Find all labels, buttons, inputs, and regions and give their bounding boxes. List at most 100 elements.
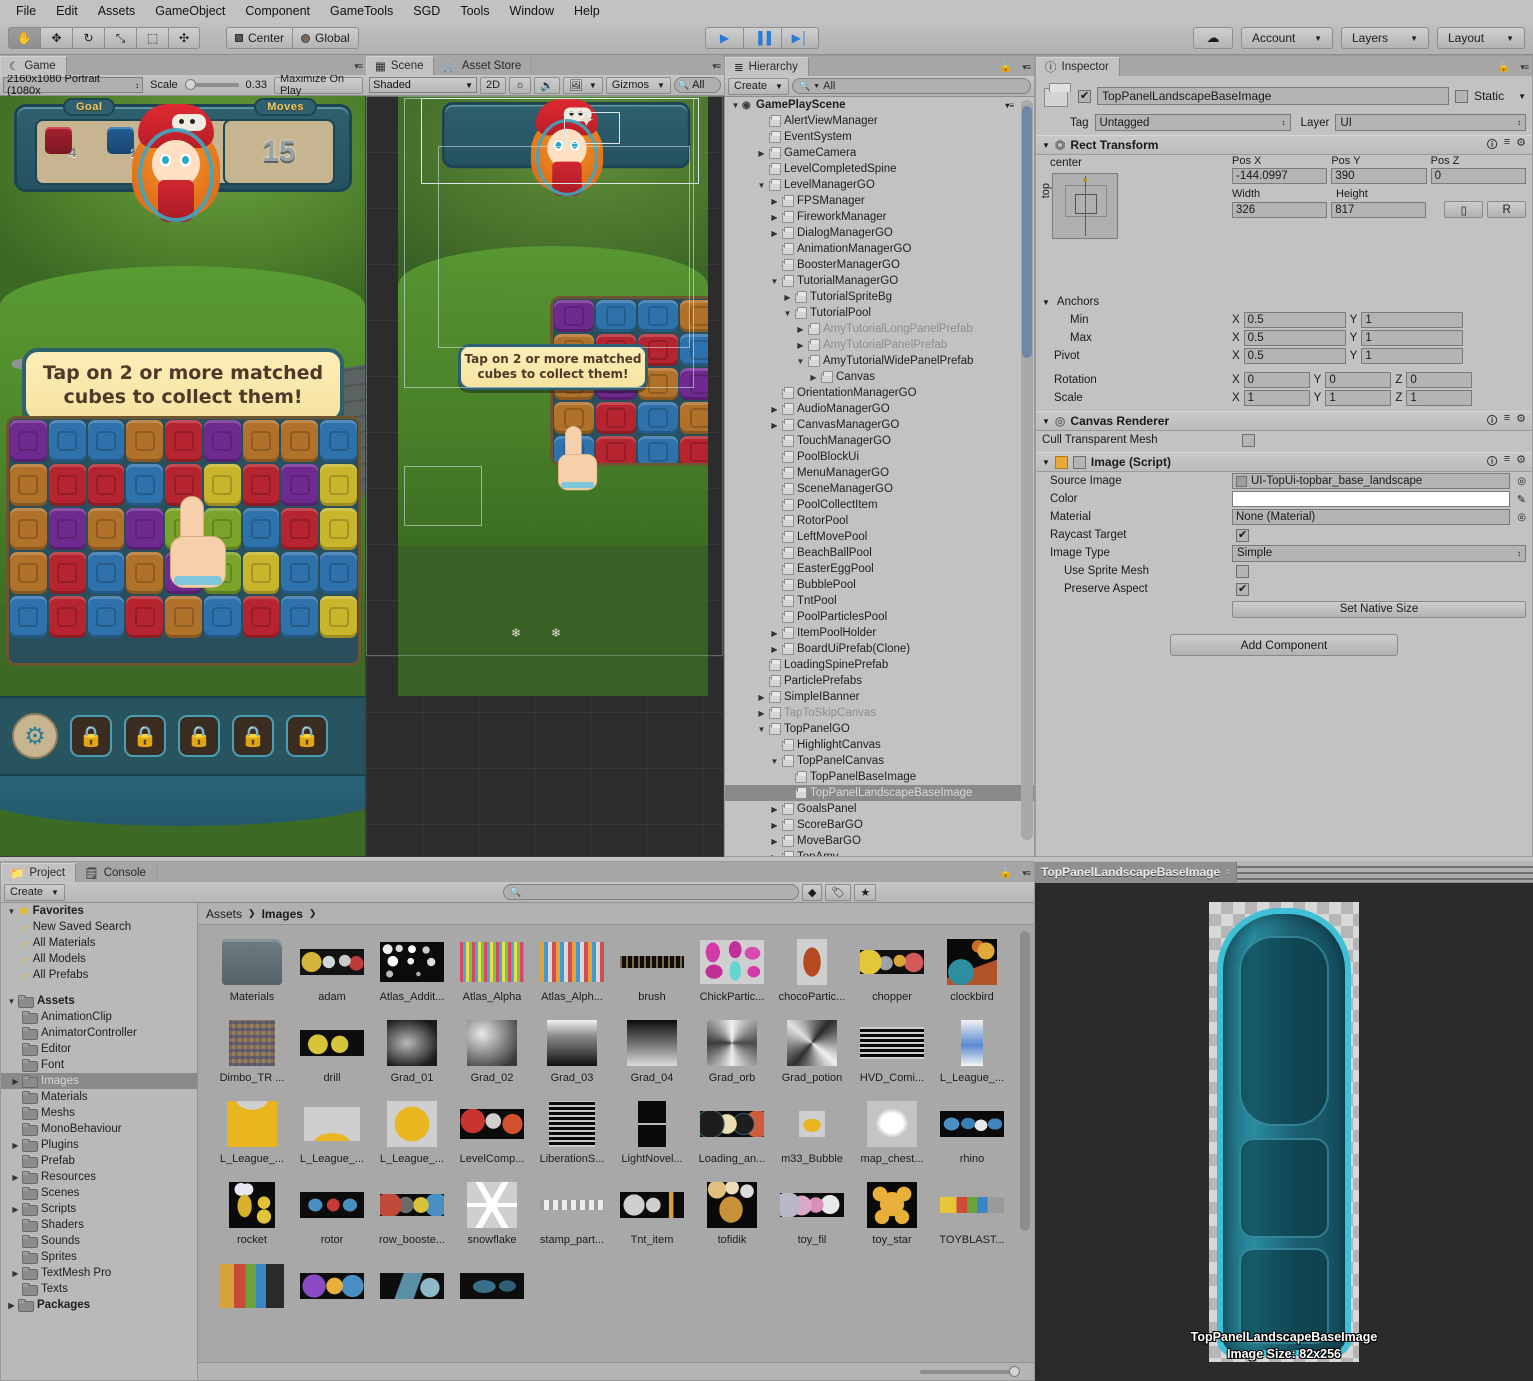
asset-grid-item[interactable]: Grad_04 — [612, 1019, 692, 1084]
asset-grid-item[interactable]: LevelComp... — [452, 1100, 532, 1165]
menu-item-edit[interactable]: Edit — [46, 0, 88, 22]
board-cube[interactable] — [10, 596, 47, 638]
board-cube[interactable] — [48, 464, 86, 506]
chevron-right-icon[interactable]: ▶ — [794, 341, 807, 350]
asset-grid-item[interactable]: snowflake — [452, 1181, 532, 1246]
toggle-2d-button[interactable]: 2D — [480, 76, 507, 94]
hierarchy-row[interactable]: EventSystem — [725, 129, 1034, 145]
preset-icon[interactable]: ≡ — [1504, 136, 1510, 155]
chevron-right-icon[interactable]: ▶ — [768, 629, 781, 638]
asset-grid-item[interactable]: tofidik — [692, 1181, 772, 1246]
asset-grid-item[interactable]: Loading_an... — [692, 1100, 772, 1165]
hierarchy-scroll-thumb[interactable] — [1022, 106, 1032, 358]
rect-transform-header[interactable]: ▼ ⏣ Rect Transform 🛈 ≡ ⚙ — [1036, 135, 1532, 155]
chevron-right-icon[interactable]: ▶ — [768, 213, 781, 222]
asset-grid-item[interactable]: L_League_... — [372, 1100, 452, 1165]
hierarchy-row[interactable]: ▶ BoardUiPrefab(Clone) — [725, 641, 1034, 657]
board-cube[interactable] — [165, 596, 202, 638]
chevron-down-icon[interactable]: ▼ — [781, 309, 794, 318]
panel-menu-icon[interactable]: ▾≡ — [1520, 62, 1529, 73]
asset-grid-item[interactable]: ChickPartic... — [692, 938, 772, 1003]
project-folder-item[interactable]: Prefab — [1, 1153, 197, 1169]
height-field[interactable]: 817 — [1331, 201, 1427, 218]
tab-asset-store[interactable]: 🛒 Asset Store — [434, 56, 533, 75]
project-folder-item[interactable]: MonoBehaviour — [1, 1121, 197, 1137]
hierarchy-row[interactable]: ▶ TopAmy — [725, 849, 1034, 856]
tab-project[interactable]: 📁 Project — [1, 863, 77, 882]
hierarchy-row[interactable]: TopPanelLandscapeBaseImage — [725, 785, 1034, 801]
account-dropdown[interactable]: Account ▼ — [1241, 27, 1333, 49]
menu-item-file[interactable]: File — [6, 0, 46, 22]
assets-grid[interactable]: Materials adam Atlas_Addit... Atlas_Alpha At… — [198, 926, 1018, 1362]
asset-grid-item[interactable]: L_League_... — [932, 1019, 1012, 1084]
hierarchy-row[interactable]: ▶ TapToSkipCanvas — [725, 705, 1034, 721]
board-cube[interactable] — [126, 596, 164, 638]
hierarchy-row[interactable]: BoosterManagerGO — [725, 257, 1034, 273]
menu-item-gametools[interactable]: GameTools — [320, 0, 403, 22]
board-cube[interactable] — [48, 552, 86, 594]
chevron-right-icon[interactable]: ▶ — [768, 821, 781, 830]
project-folder-tree[interactable]: ▼ ★ Favorites ⌕ New Saved Search ⌕ All Mate… — [1, 903, 198, 1380]
asset-grid-item[interactable]: row_booste... — [372, 1181, 452, 1246]
scale-x-field[interactable]: 1 — [1243, 390, 1310, 406]
gameobject-name-field[interactable]: TopPanelLandscapeBaseImage — [1097, 87, 1450, 105]
chevron-down-icon[interactable]: ▼ — [5, 997, 18, 1006]
favorite-item[interactable]: ⌕ All Prefabs — [1, 967, 197, 983]
chevron-right-icon[interactable]: ▶ — [5, 1301, 18, 1310]
project-folder-item[interactable]: Materials — [1, 1089, 197, 1105]
asset-grid-item[interactable]: Grad_potion — [772, 1019, 852, 1084]
chevron-right-icon[interactable]: ▶ — [768, 197, 781, 206]
filter-by-favorite-button[interactable]: ★ — [854, 883, 877, 901]
object-picker-icon[interactable]: ◎ — [1517, 476, 1526, 487]
asset-grid-item[interactable]: m33_Bubble — [772, 1100, 852, 1165]
chevron-right-icon[interactable]: ▶ — [755, 149, 768, 158]
help-icon[interactable]: 🛈 — [1486, 412, 1497, 431]
hierarchy-row[interactable]: AnimationManagerGO — [725, 241, 1034, 257]
material-field[interactable]: None (Material) — [1232, 509, 1511, 525]
board-cube[interactable] — [48, 508, 86, 550]
hierarchy-row[interactable]: SceneManagerGO — [725, 481, 1034, 497]
hierarchy-row[interactable]: MenuManagerGO — [725, 465, 1034, 481]
asset-grid-item[interactable] — [452, 1262, 532, 1315]
lock-icon[interactable]: 🔒 — [1498, 62, 1510, 73]
hierarchy-row[interactable]: ▶ AmyTutorialPanelPrefab — [725, 337, 1034, 353]
project-folder-item[interactable]: Shaders — [1, 1217, 197, 1233]
hierarchy-row[interactable]: ▶ TutorialSpriteBg — [725, 289, 1034, 305]
pivot-y-field[interactable]: 1 — [1361, 348, 1464, 364]
hierarchy-row[interactable]: ParticlePrefabs — [725, 673, 1034, 689]
board-cube[interactable] — [242, 508, 280, 550]
menu-item-component[interactable]: Component — [235, 0, 320, 22]
tab-hierarchy[interactable]: ≣ Hierarchy — [725, 57, 809, 76]
chevron-right-icon[interactable]: ▶ — [755, 693, 768, 702]
project-folder-item[interactable]: Texts — [1, 1281, 197, 1297]
board-cube[interactable] — [126, 508, 164, 550]
asset-grid-item[interactable]: map_chest... — [852, 1100, 932, 1165]
hierarchy-row[interactable]: ▶ ItemPoolHolder — [725, 625, 1034, 641]
image-script-header[interactable]: ▼ Image (Script) 🛈 ≡ ⚙ — [1036, 452, 1532, 472]
project-folder-item[interactable]: Sprites — [1, 1249, 197, 1265]
tag-dropdown[interactable]: Untagged ↕ — [1094, 114, 1291, 131]
hierarchy-row[interactable]: TouchManagerGO — [725, 433, 1034, 449]
board-cube[interactable] — [165, 420, 202, 462]
scene-audio-toggle[interactable]: 🔊 — [534, 76, 560, 94]
gizmos-dropdown[interactable]: Gizmos ▼ — [605, 76, 671, 94]
board-cube[interactable] — [87, 464, 125, 506]
project-assets-root[interactable]: ▼ Assets — [1, 993, 197, 1009]
hierarchy-row[interactable]: LevelCompletedSpine — [725, 161, 1034, 177]
anchor-min-y-field[interactable]: 1 — [1361, 312, 1464, 328]
hierarchy-row[interactable]: ▼ TopPanelCanvas — [725, 753, 1034, 769]
panel-menu-icon[interactable]: ▾≡ — [1022, 62, 1031, 73]
anchor-min-x-field[interactable]: 0.5 — [1243, 312, 1346, 328]
gameobject-active-checkbox[interactable] — [1078, 89, 1091, 103]
hierarchy-row[interactable]: PoolParticlesPool — [725, 609, 1034, 625]
booster-slot-locked-5[interactable]: 🔒 — [286, 715, 328, 757]
hierarchy-row[interactable]: ▶ MoveBarGO — [725, 833, 1034, 849]
hierarchy-row[interactable]: LoadingSpinePrefab — [725, 657, 1034, 673]
board-cube[interactable] — [203, 420, 241, 462]
asset-grid-item[interactable]: Dimbo_TR ... — [212, 1019, 292, 1084]
scene-search-input[interactable]: 🔍 All — [673, 77, 721, 93]
board-cube[interactable] — [242, 552, 280, 594]
board-cube[interactable] — [87, 596, 125, 638]
chevron-right-icon[interactable]: ▶ — [768, 837, 781, 846]
project-favorites-root[interactable]: ▼ ★ Favorites — [1, 903, 197, 919]
